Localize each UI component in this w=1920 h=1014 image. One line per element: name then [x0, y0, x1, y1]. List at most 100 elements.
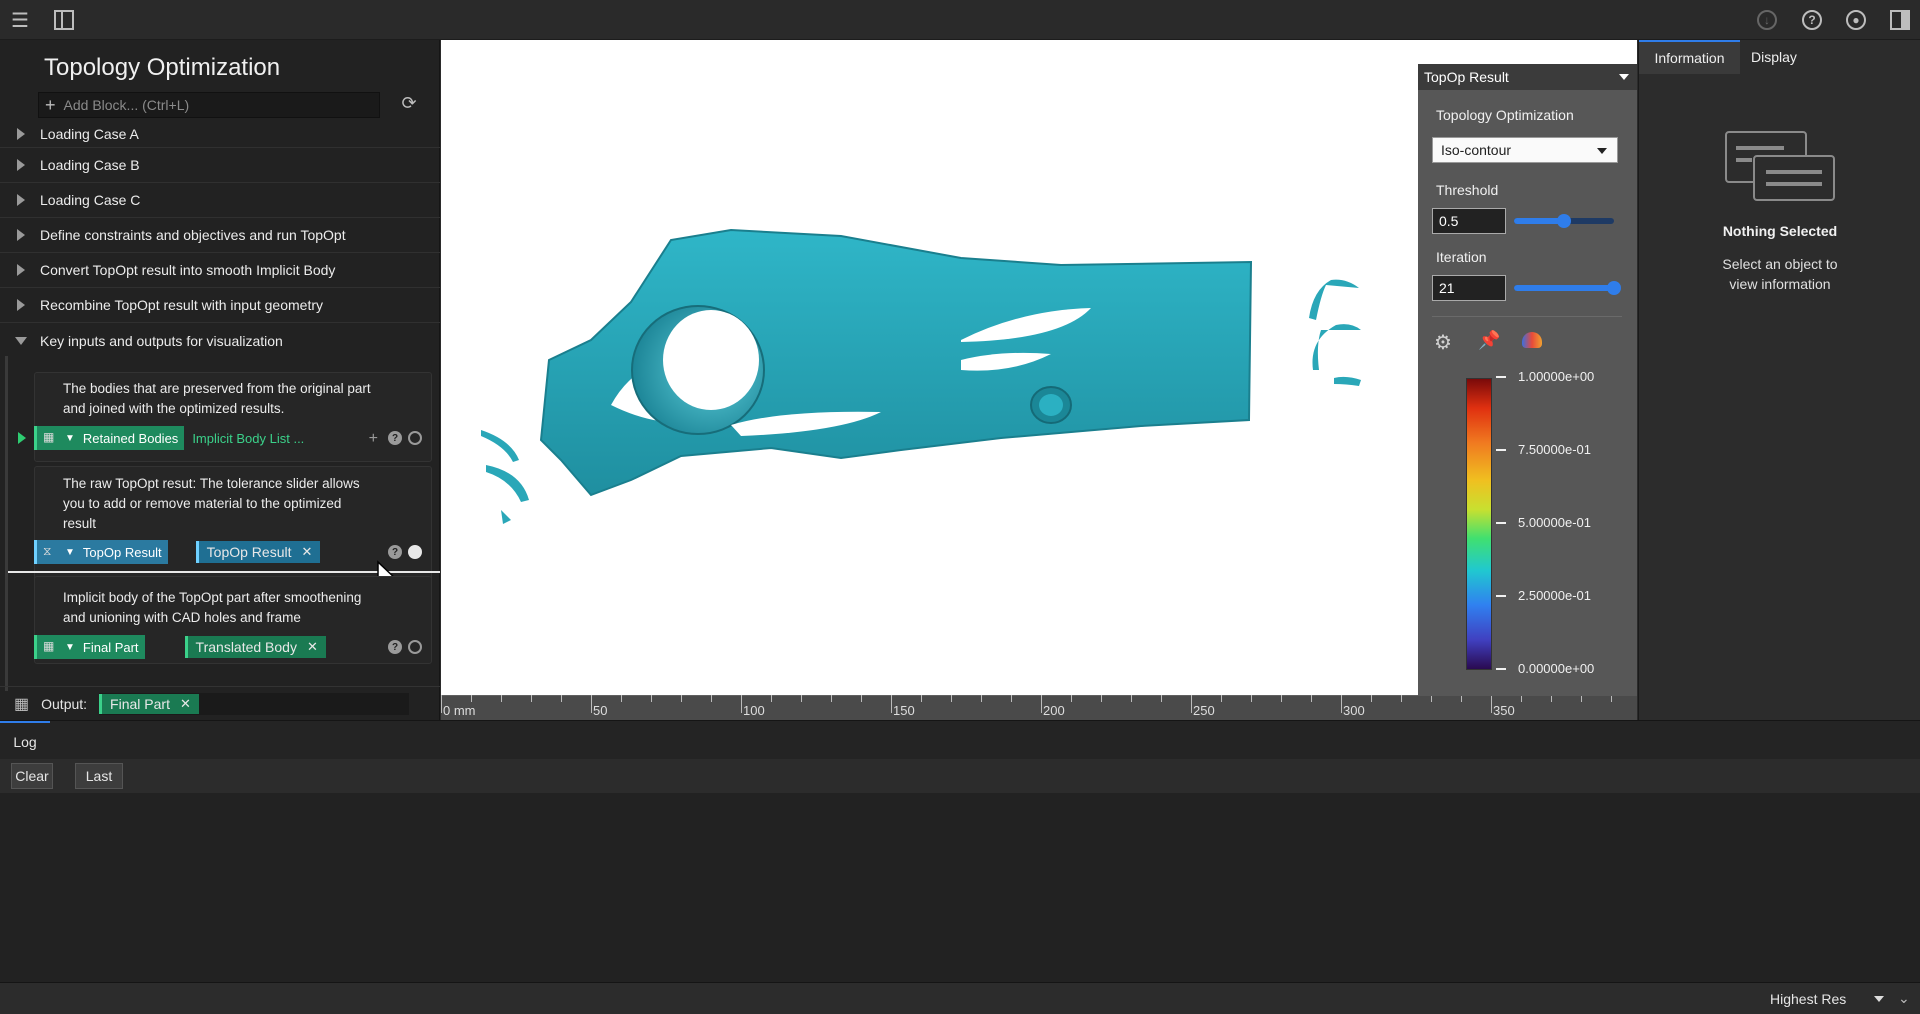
chevron-down-icon[interactable]: ▼: [65, 433, 75, 444]
expand-arrow-icon[interactable]: [17, 299, 25, 311]
iteration-label: Iteration: [1436, 249, 1487, 265]
threshold-slider-thumb[interactable]: [1557, 214, 1571, 228]
gear-icon[interactable]: ⚙: [1434, 330, 1452, 355]
ruler-label: 200: [1043, 703, 1065, 718]
plus-icon: +: [45, 94, 56, 115]
port-value-chip[interactable]: TopOp Result ✕: [195, 541, 321, 563]
tree-item-label: Define constraints and objectives and ru…: [40, 227, 346, 243]
play-arrow-icon[interactable]: [18, 432, 26, 444]
retained-bodies-port: ▦ ▼ Retained Bodies Implicit Body List .…: [34, 425, 432, 451]
divider: [1432, 316, 1622, 317]
card-description: The bodies that are preserved from the o…: [63, 381, 371, 416]
block-icon: ▦: [43, 639, 55, 653]
iteration-input[interactable]: 21: [1432, 275, 1506, 301]
expand-arrow-icon[interactable]: [17, 159, 25, 171]
tree-item-convert-topopt[interactable]: Convert TopOpt result into smooth Implic…: [0, 253, 440, 288]
ruler-label: 300: [1343, 703, 1365, 718]
collapse-arrow-icon[interactable]: [15, 336, 27, 345]
ruler-ticks: [441, 695, 1637, 713]
status-bar: Highest Res ⌄: [0, 982, 1920, 1014]
remove-icon[interactable]: ✕: [302, 544, 313, 560]
panel-layout-icon[interactable]: [52, 8, 76, 32]
last-button[interactable]: Last: [75, 763, 123, 789]
download-icon[interactable]: ↓: [1755, 8, 1779, 32]
dropdown-arrow-icon[interactable]: [1619, 74, 1629, 80]
clear-button[interactable]: Clear: [11, 763, 53, 789]
remove-icon[interactable]: ✕: [307, 639, 318, 655]
log-tabbar: Log: [0, 720, 1920, 759]
dropdown-arrow-icon: [1597, 148, 1607, 154]
visibility-toggle-icon[interactable]: [408, 545, 422, 559]
scale-ruler: 0 mm 50 100 150 200 250 300 350: [441, 695, 1637, 720]
tree-item-recombine[interactable]: Recombine TopOpt result with input geome…: [0, 288, 440, 323]
colorbar-label: 0.00000e+00: [1518, 661, 1595, 676]
help-icon[interactable]: ?: [1800, 8, 1824, 32]
section-label: Topology Optimization: [1436, 107, 1574, 123]
colorbar-tick: [1496, 522, 1506, 524]
render-panel-header[interactable]: TopOp Result: [1418, 64, 1637, 90]
output-chip[interactable]: Final Part ✕: [99, 693, 199, 714]
render-mode-select[interactable]: Iso-contour: [1432, 137, 1618, 163]
tree-item-key-inputs[interactable]: Key inputs and outputs for visualization: [0, 323, 440, 358]
port-tag-retained-bodies[interactable]: ▦ ▼ Retained Bodies: [34, 426, 185, 450]
chevron-down-icon[interactable]: ▼: [65, 642, 75, 653]
info-message: Select an object to view information: [1722, 256, 1838, 292]
chevron-down-icon[interactable]: ⌄: [1898, 990, 1910, 1007]
refresh-icon[interactable]: ⟳: [398, 92, 420, 114]
block-icon: ▦: [14, 695, 30, 713]
port-tag-final-part[interactable]: ▦ ▼ Final Part: [34, 635, 145, 659]
final-part-port: ▦ ▼ Final Part Translated Body ✕ ?: [34, 634, 432, 660]
resolution-select[interactable]: Highest Res: [1770, 987, 1890, 1011]
render-settings-panel: TopOp Result Topology Optimization Iso-c…: [1418, 64, 1637, 696]
output-field[interactable]: Final Part ✕: [99, 692, 410, 715]
chevron-down-icon[interactable]: ▼: [65, 547, 75, 558]
colorbar-label: 5.00000e-01: [1518, 515, 1592, 530]
right-panel-toggle-icon[interactable]: [1888, 8, 1912, 32]
output-label: Output:: [41, 695, 88, 712]
tab-label: Display: [1751, 49, 1797, 65]
port-value: TopOp Result: [206, 544, 292, 560]
help-icon[interactable]: ?: [388, 545, 402, 559]
render-panel-title: TopOp Result: [1424, 69, 1509, 85]
tab-log[interactable]: Log: [0, 721, 50, 760]
iteration-slider-thumb[interactable]: [1607, 281, 1621, 295]
pin-icon[interactable]: 📌: [1478, 330, 1500, 351]
tab-display[interactable]: Display: [1751, 40, 1831, 74]
panel-title: Topology Optimization: [44, 54, 281, 81]
colorbar-label: 7.50000e-01: [1518, 442, 1592, 457]
port-label: TopOp Result: [82, 544, 162, 560]
port-tag-topop-result[interactable]: ⧖ ▼ TopOp Result: [34, 540, 168, 564]
port-value[interactable]: Implicit Body List ...: [184, 427, 312, 449]
remove-icon[interactable]: ✕: [180, 696, 191, 712]
tree-item-loading-case-c[interactable]: Loading Case C: [0, 183, 440, 218]
threshold-input[interactable]: 0.5: [1432, 208, 1506, 234]
hamburger-menu-icon[interactable]: ☰: [8, 8, 32, 32]
tree-item-loading-case-a[interactable]: Loading Case A: [0, 120, 440, 148]
top-bar: ☰ ↓ ? ●: [0, 0, 1920, 40]
colorbar-tick: [1496, 376, 1506, 378]
scrollbar[interactable]: [5, 356, 8, 691]
tree-item-define-constraints[interactable]: Define constraints and objectives and ru…: [0, 218, 440, 253]
account-icon[interactable]: ●: [1844, 8, 1868, 32]
colorbar-label: 2.50000e-01: [1518, 588, 1592, 603]
help-icon[interactable]: ?: [388, 431, 402, 445]
tab-information[interactable]: Information: [1639, 40, 1740, 74]
expand-arrow-icon[interactable]: [17, 194, 25, 206]
expand-arrow-icon[interactable]: [17, 229, 25, 241]
port-value-chip[interactable]: Translated Body ✕: [184, 636, 326, 658]
log-toolbar: Clear Last: [0, 759, 1920, 793]
colormap-icon[interactable]: [1522, 332, 1542, 348]
visibility-toggle-icon[interactable]: [408, 431, 422, 445]
threshold-label: Threshold: [1436, 182, 1499, 198]
add-block-placeholder: Add Block... (Ctrl+L): [63, 97, 190, 113]
output-value: Final Part: [110, 695, 170, 712]
help-icon[interactable]: ?: [388, 640, 402, 654]
colorbar-tick: [1496, 449, 1506, 451]
tree-item-loading-case-b[interactable]: Loading Case B: [0, 148, 440, 183]
visibility-toggle-icon[interactable]: [408, 640, 422, 654]
ruler-label: 150: [893, 703, 915, 718]
add-block-input[interactable]: + Add Block... (Ctrl+L): [38, 92, 380, 118]
expand-arrow-icon[interactable]: [17, 264, 25, 276]
add-icon[interactable]: +: [369, 430, 378, 448]
expand-arrow-icon[interactable]: [17, 127, 25, 140]
